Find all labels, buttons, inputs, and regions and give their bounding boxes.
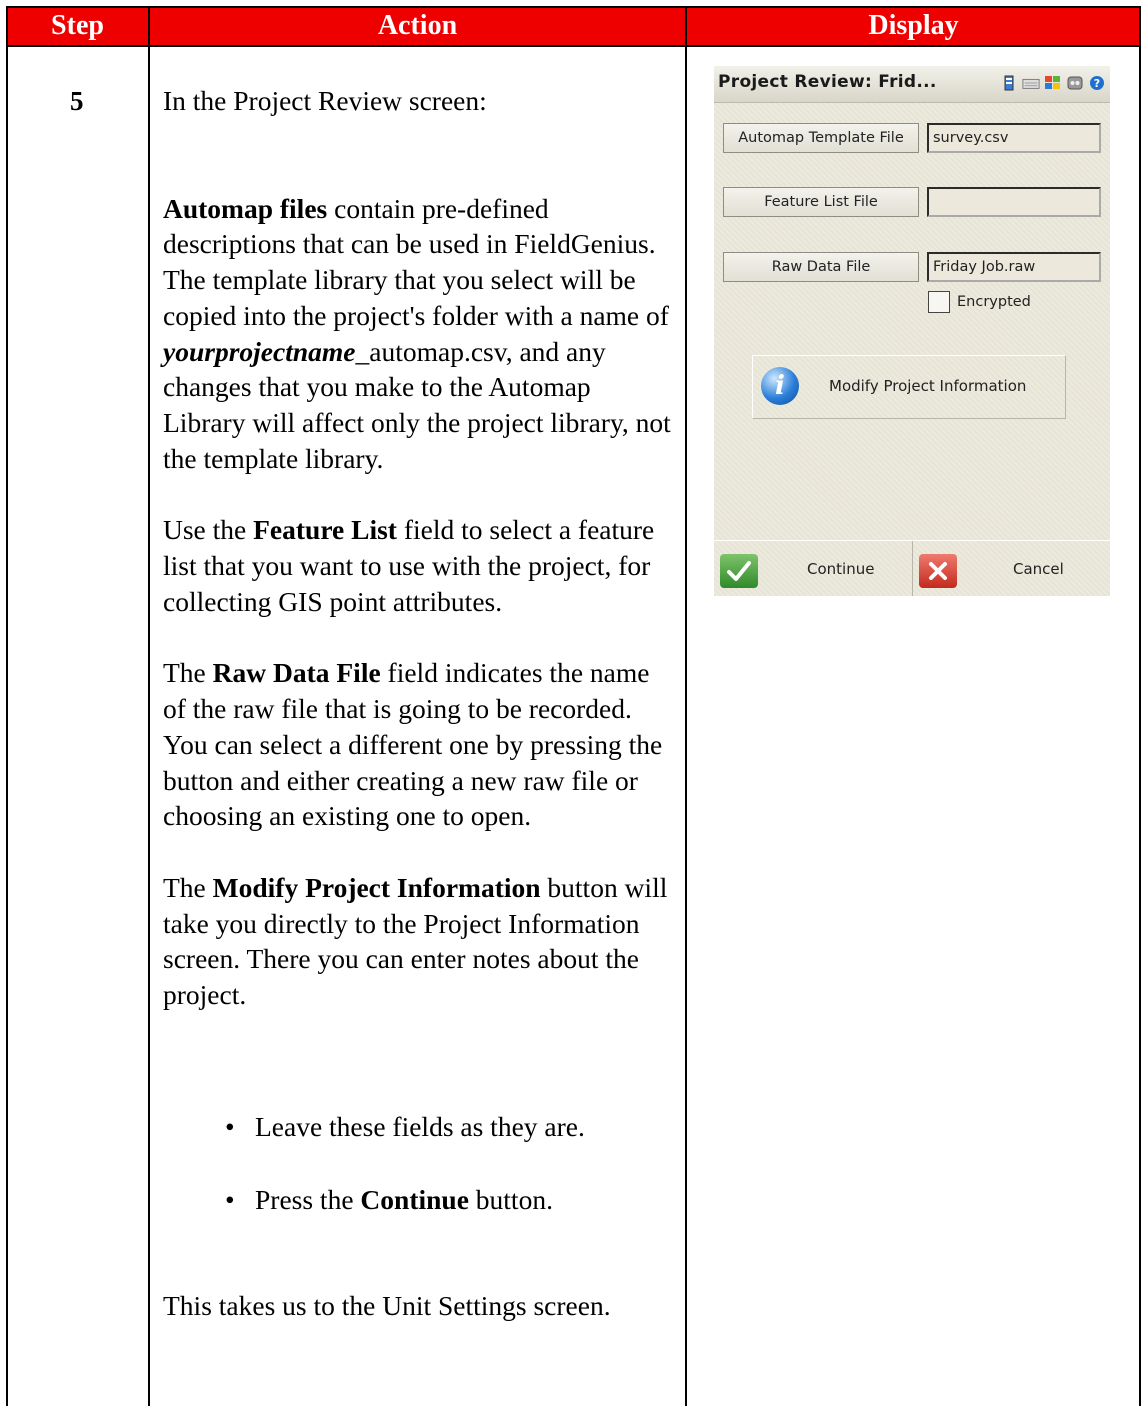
bullet-dot: •: [225, 1184, 235, 1216]
modify-project-information-button[interactable]: i Modify Project Information: [752, 355, 1066, 419]
modify-paragraph: The Modify Project Information button wi…: [163, 870, 673, 1013]
cancel-button[interactable]: Cancel: [913, 541, 1110, 596]
continue-label: Continue: [807, 560, 875, 578]
header-display: Display: [687, 7, 1140, 45]
keyboard-icon[interactable]: [1022, 74, 1040, 92]
encrypted-label: Encrypted: [957, 294, 1031, 310]
automap-template-file-button[interactable]: Automap Template File: [723, 123, 919, 153]
cancel-x-icon: [919, 554, 957, 588]
feature-pre: Use the: [163, 514, 254, 546]
header-step: Step: [7, 7, 148, 45]
raw-paragraph: The Raw Data File field indicates the na…: [163, 655, 673, 834]
table-left-border: [6, 6, 8, 1406]
modify-bold: Modify Project Information: [212, 871, 541, 903]
feature-list-file-field[interactable]: [927, 187, 1101, 217]
battery-icon[interactable]: [1000, 74, 1018, 92]
bullet-2-post: button.: [468, 1184, 553, 1216]
cancel-label: Cancel: [1013, 560, 1064, 578]
svg-text:?: ?: [1094, 77, 1100, 90]
automap-bold: Automap files: [163, 192, 328, 224]
device-settings-icon[interactable]: [1066, 74, 1084, 92]
intro-text: In the Project Review screen:: [163, 85, 487, 116]
table-right-border: [1139, 6, 1141, 1406]
checkmark-icon: [720, 554, 758, 588]
project-review-screen: Project Review: Frid... ? Automap Templa…: [714, 66, 1110, 596]
bullet-2: • Press the Continue button.: [163, 1182, 673, 1218]
raw-data-file-field[interactable]: Friday Job.raw: [927, 252, 1101, 282]
continue-button[interactable]: Continue: [714, 541, 913, 596]
action-text: In the Project Review screen: Automap fi…: [163, 83, 673, 1324]
window-title: Project Review: Frid...: [718, 72, 937, 92]
help-icon[interactable]: ?: [1088, 74, 1106, 92]
action-display-divider: [685, 6, 687, 1406]
windows-start-icon[interactable]: [1044, 74, 1062, 92]
info-icon: i: [761, 367, 799, 405]
automap-template-file-field[interactable]: survey.csv: [927, 123, 1101, 153]
feature-paragraph: Use the Feature List field to select a f…: [163, 512, 673, 619]
bullet-2-text: Press the Continue button.: [255, 1182, 673, 1218]
raw-data-file-button[interactable]: Raw Data File: [723, 252, 919, 282]
raw-bold: Raw Data File: [212, 657, 381, 689]
step-number: 5: [70, 86, 84, 116]
raw-pre: The: [163, 657, 213, 689]
bottom-button-bar: Continue Cancel: [714, 540, 1110, 596]
feature-bold: Feature List: [253, 514, 397, 546]
encrypted-checkbox[interactable]: [928, 291, 950, 313]
title-bar: Project Review: Frid... ?: [714, 66, 1110, 103]
title-icons: ?: [1000, 74, 1106, 92]
feature-list-file-button[interactable]: Feature List File: [723, 187, 919, 217]
bullet-2-pre: Press the: [255, 1184, 361, 1216]
bullet-1-text: Leave these fields as they are.: [255, 1110, 585, 1142]
header-action: Action: [150, 7, 685, 45]
automap-paragraph: Automap files contain pre-defined descri…: [163, 191, 673, 477]
header-bottom-border: [6, 45, 1141, 47]
bullet-2-bold: Continue: [360, 1184, 469, 1216]
closing-text: This takes us to the Unit Settings scree…: [163, 1290, 611, 1322]
table-top-border: [6, 6, 1141, 8]
automap-italic: yourprojectname: [163, 335, 356, 367]
bullet-1: • Leave these fields as they are.: [163, 1109, 673, 1145]
bullet-dot: •: [225, 1110, 235, 1142]
modify-pre: The: [163, 871, 213, 903]
modify-project-information-label: Modify Project Information: [829, 377, 1027, 395]
step-action-divider: [148, 6, 150, 1406]
